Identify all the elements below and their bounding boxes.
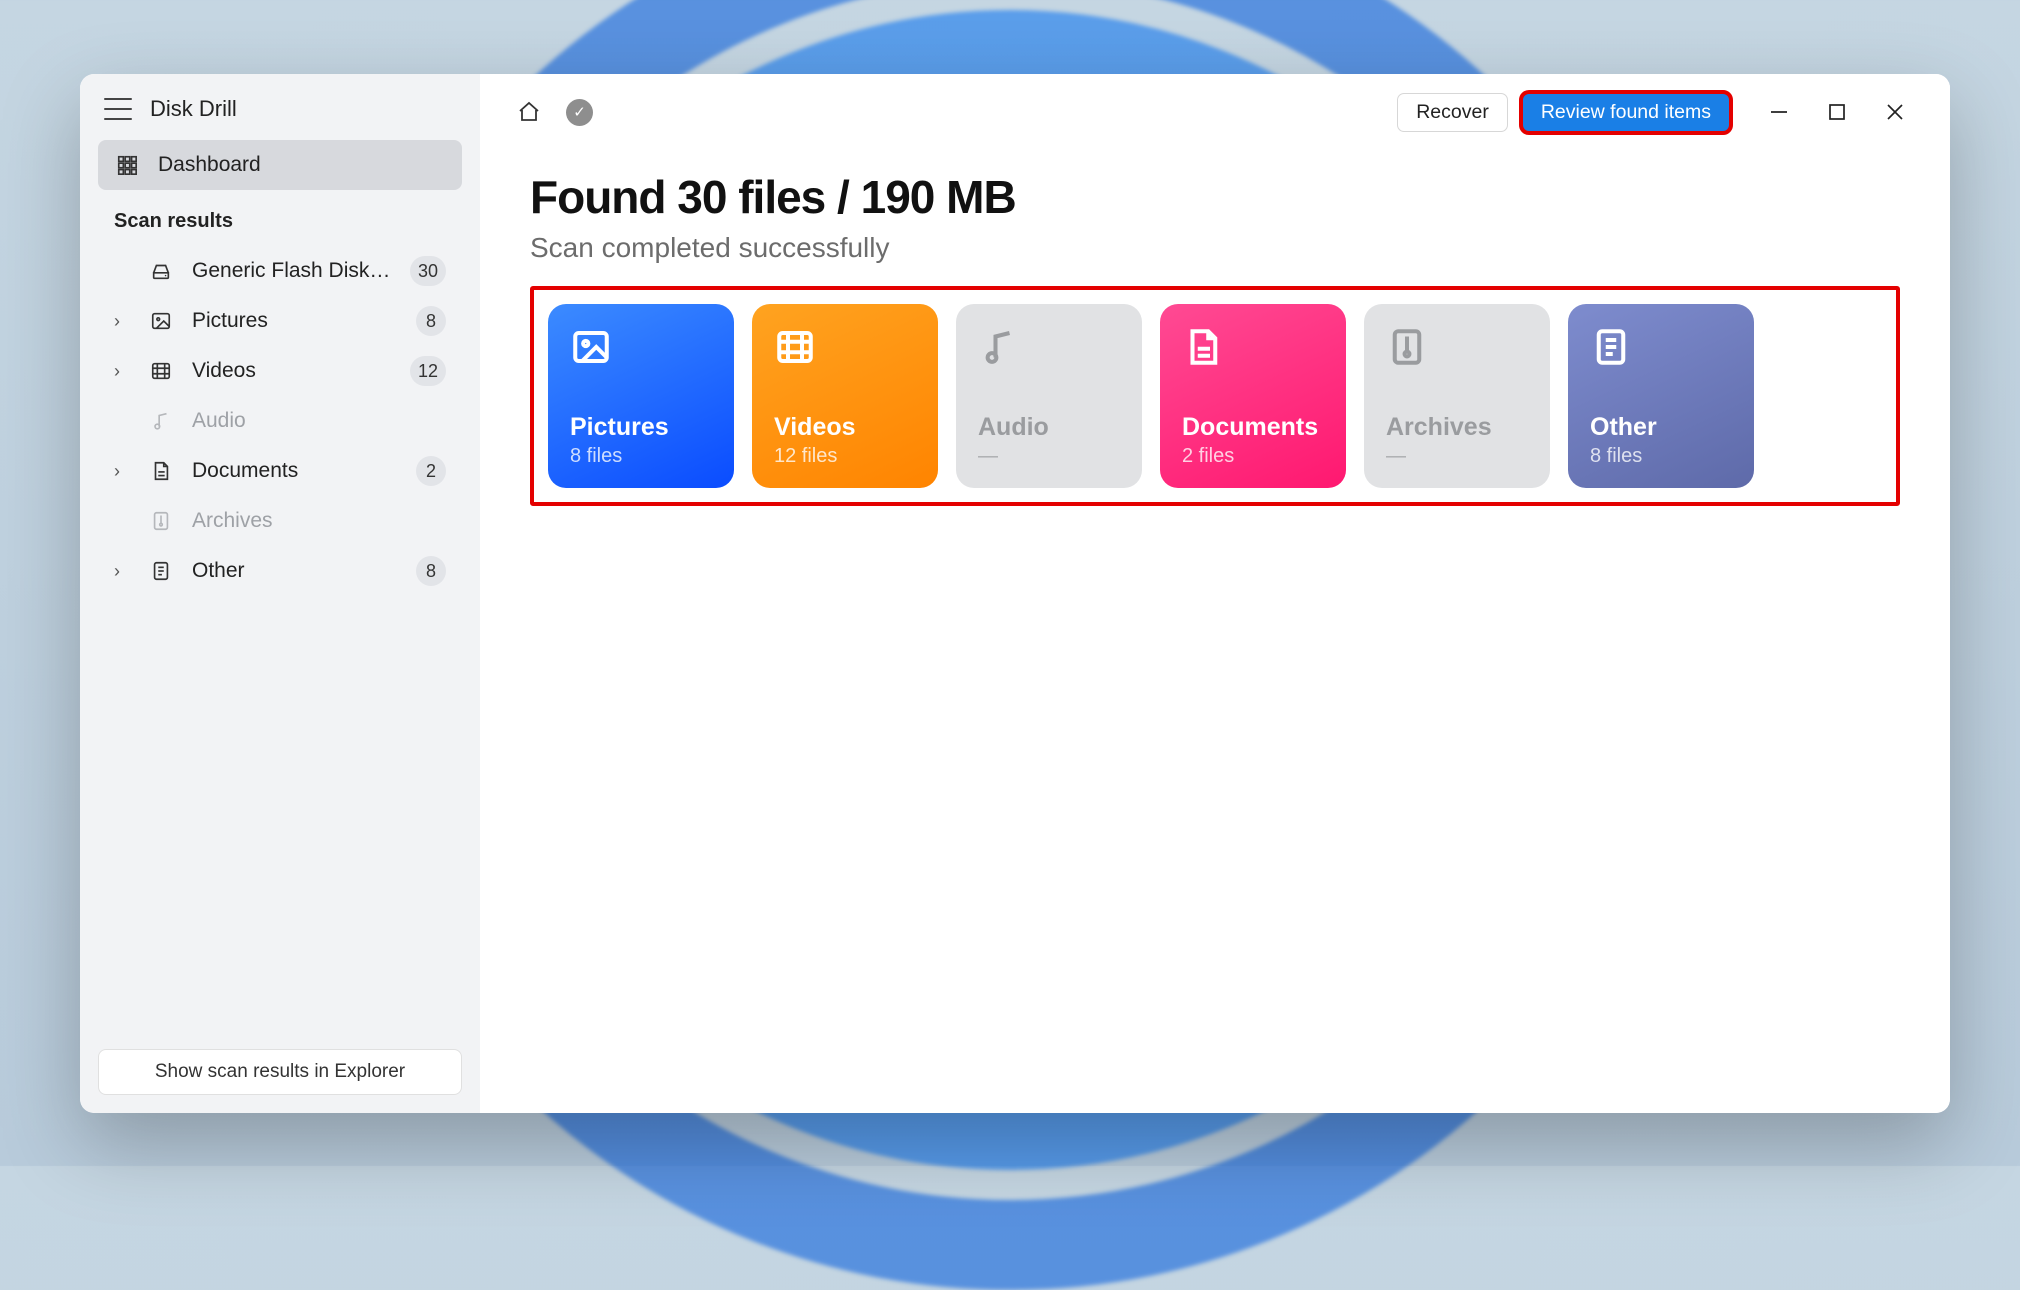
status-check-icon[interactable]: ✓ <box>566 99 593 126</box>
app-title: Disk Drill <box>150 96 237 122</box>
home-icon[interactable] <box>516 99 542 125</box>
window-close-icon[interactable] <box>1884 101 1906 123</box>
card-pictures[interactable]: Pictures8 files <box>548 304 734 488</box>
category-cards: Pictures8 files Videos12 files Audio— Do… <box>548 304 1882 488</box>
zip-icon <box>148 510 174 532</box>
image-icon <box>570 326 712 373</box>
sidebar-item-other[interactable]: › Other 8 <box>98 546 462 596</box>
music-icon <box>148 410 174 432</box>
sidebar-item-dashboard[interactable]: Dashboard <box>98 140 462 190</box>
note-icon <box>148 560 174 582</box>
sidebar-item-pictures[interactable]: › Pictures 8 <box>98 296 462 346</box>
recover-button[interactable]: Recover <box>1397 93 1508 132</box>
count-badge: 30 <box>410 256 446 286</box>
count-badge: 12 <box>410 356 446 386</box>
film-icon <box>774 326 916 373</box>
sidebar-item-label: Documents <box>192 459 398 483</box>
sidebar-item-label: Dashboard <box>158 153 446 177</box>
sidebar-item-label: Generic Flash Disk USB D... <box>192 259 392 283</box>
show-in-explorer-button[interactable]: Show scan results in Explorer <box>98 1049 462 1095</box>
card-videos[interactable]: Videos12 files <box>752 304 938 488</box>
chevron-right-icon: › <box>114 461 130 482</box>
sidebar-item-label: Archives <box>192 509 446 533</box>
image-icon <box>148 310 174 332</box>
sidebar-section-scan-results: Scan results <box>98 199 462 243</box>
count-badge: 8 <box>416 556 446 586</box>
main-panel: ✓ Recover Review found items Found 30 fi… <box>480 74 1950 1113</box>
document-icon <box>1182 326 1324 373</box>
toolbar: ✓ Recover Review found items <box>480 80 1950 144</box>
sidebar-item-generic-flash-disk-usb-d[interactable]: Generic Flash Disk USB D... 30 <box>98 246 462 296</box>
card-documents[interactable]: Documents2 files <box>1160 304 1346 488</box>
app-window: Disk Drill Dashboard Scan results Generi… <box>80 74 1950 1113</box>
sidebar-item-audio: Audio <box>98 396 462 446</box>
page-subtitle: Scan completed successfully <box>530 232 1900 264</box>
sidebar-item-archives: Archives <box>98 496 462 546</box>
chevron-right-icon: › <box>114 361 130 382</box>
window-maximize-icon[interactable] <box>1826 101 1848 123</box>
count-badge: 8 <box>416 306 446 336</box>
menu-icon[interactable] <box>104 98 132 120</box>
category-cards-highlight: Pictures8 files Videos12 files Audio— Do… <box>530 286 1900 506</box>
chevron-right-icon: › <box>114 311 130 332</box>
count-badge: 2 <box>416 456 446 486</box>
sidebar-item-videos[interactable]: › Videos 12 <box>98 346 462 396</box>
sidebar-item-label: Videos <box>192 359 392 383</box>
note-icon <box>1590 326 1732 373</box>
review-highlight: Review found items <box>1522 93 1730 132</box>
sidebar: Disk Drill Dashboard Scan results Generi… <box>80 74 480 1113</box>
card-archives[interactable]: Archives— <box>1364 304 1550 488</box>
sidebar-item-label: Other <box>192 559 398 583</box>
grid-icon <box>114 154 140 176</box>
doc-icon <box>148 460 174 482</box>
archive-icon <box>1386 326 1528 373</box>
window-minimize-icon[interactable] <box>1768 101 1790 123</box>
card-other[interactable]: Other8 files <box>1568 304 1754 488</box>
sidebar-item-documents[interactable]: › Documents 2 <box>98 446 462 496</box>
film-icon <box>148 360 174 382</box>
review-found-items-button[interactable]: Review found items <box>1522 93 1730 132</box>
chevron-right-icon: › <box>114 561 130 582</box>
sidebar-item-label: Audio <box>192 409 446 433</box>
music-icon <box>978 326 1120 373</box>
page-headline: Found 30 files / 190 MB <box>530 170 1900 224</box>
drive-icon <box>148 260 174 282</box>
card-audio[interactable]: Audio— <box>956 304 1142 488</box>
sidebar-item-label: Pictures <box>192 309 398 333</box>
